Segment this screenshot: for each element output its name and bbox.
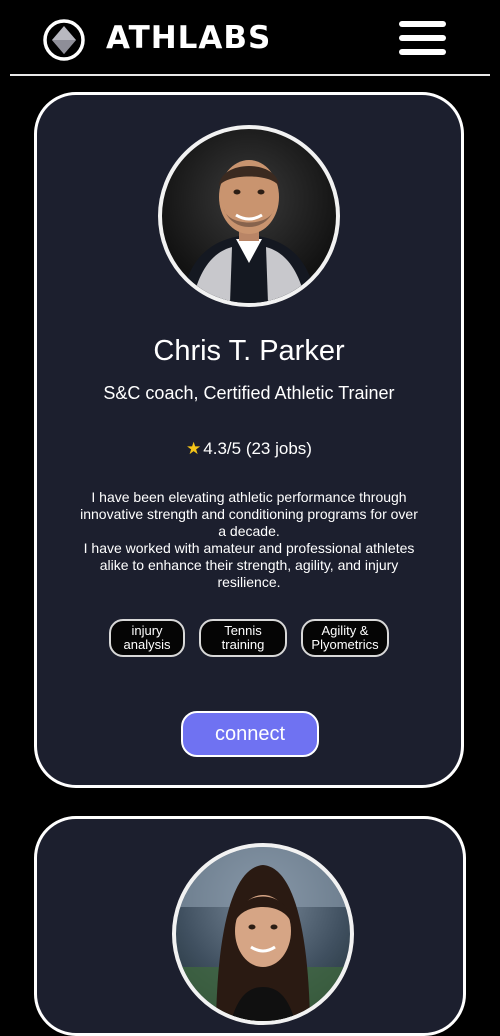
skill-tags: injury analysis Tennis training Agility … (37, 619, 461, 657)
coach-avatar[interactable] (158, 125, 340, 307)
coach-title: S&C coach, Certified Athletic Trainer (103, 383, 395, 403)
coach-rating: ★ 4.3/5 (23 jobs) (37, 439, 461, 459)
rating-text: 4.3/5 (23 jobs) (203, 439, 312, 458)
bio-paragraph: I have been elevating athletic performan… (80, 489, 418, 539)
star-icon: ★ (186, 439, 202, 458)
diamond-circle-icon[interactable] (42, 18, 86, 62)
coach-photo-icon (182, 160, 316, 303)
coach-name: Chris T. Parker (153, 335, 345, 367)
coach-card (34, 816, 466, 1036)
app-header: ATHLABS (0, 0, 500, 76)
tag-tennis-training[interactable]: Tennis training (199, 619, 287, 657)
coach-avatar[interactable] (172, 843, 354, 1025)
coach-photo-icon (176, 847, 350, 1021)
header-divider (10, 74, 490, 76)
hamburger-menu-icon[interactable] (398, 20, 448, 56)
coach-card: Chris T. Parker S&C coach, Certified Ath… (34, 92, 464, 788)
brand-name[interactable]: ATHLABS (106, 16, 271, 60)
coach-bio: I have been elevating athletic performan… (77, 489, 421, 591)
tag-agility-plyometrics[interactable]: Agility & Plyometrics (301, 619, 389, 657)
tag-injury-analysis[interactable]: injury analysis (109, 619, 185, 657)
connect-button[interactable]: connect (181, 711, 319, 757)
bio-paragraph: I have worked with amateur and professio… (83, 540, 415, 590)
